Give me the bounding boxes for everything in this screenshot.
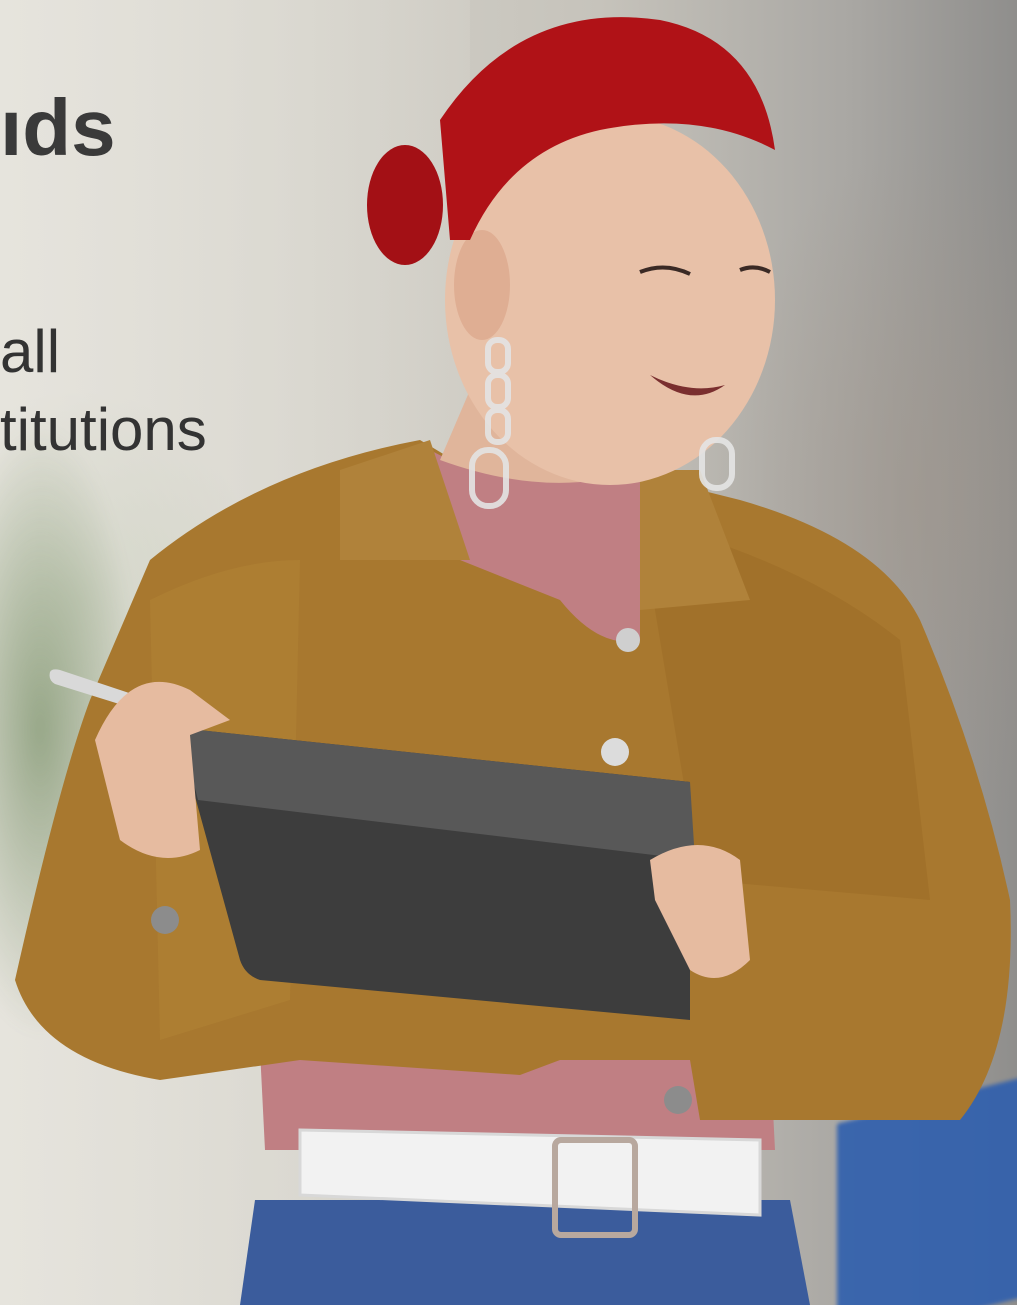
skirt <box>240 1200 810 1305</box>
hair-bun <box>367 145 443 265</box>
subtext-line-2: titutions <box>0 396 207 463</box>
woman-with-tablet-photo <box>15 17 1011 1305</box>
ear <box>454 230 510 340</box>
hero-banner: ıds all titutions <box>0 0 1017 1305</box>
subtext-line-1: all <box>0 318 61 385</box>
headline-text: ıds <box>0 83 116 172</box>
